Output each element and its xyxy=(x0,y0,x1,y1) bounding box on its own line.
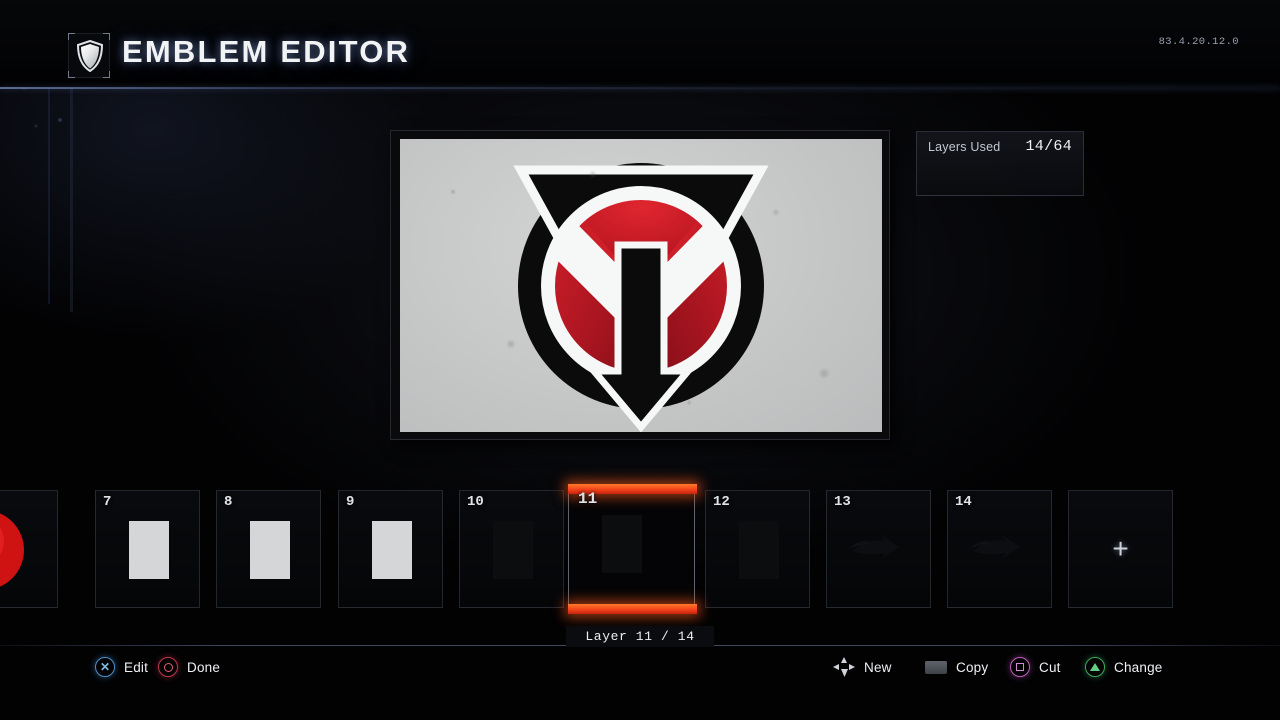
layers-used-label: Layers Used xyxy=(928,140,1001,154)
action-cut[interactable]: Cut xyxy=(1010,656,1061,678)
corner-bracket-icon xyxy=(103,33,110,40)
build-version-label: 83.4.20.12.0 xyxy=(1158,36,1239,48)
layer-tile-10[interactable]: 10 xyxy=(459,490,564,608)
layer-caption: Layer 11 / 14 xyxy=(566,626,714,647)
action-bar: ✕ Edit Done New Copy Cut Change xyxy=(0,646,1280,720)
layer-tile-8[interactable]: 8 xyxy=(216,490,321,608)
layer-caption-text: Layer 11 / 14 xyxy=(585,629,695,644)
action-label: Copy xyxy=(956,659,989,675)
action-change[interactable]: Change xyxy=(1085,656,1163,678)
layer-tile-13[interactable]: 13 xyxy=(826,490,931,608)
layer-tile-9[interactable]: 9 xyxy=(338,490,443,608)
header-divider xyxy=(0,87,1280,89)
selected-layer-accent-bar xyxy=(568,604,697,614)
action-label: Edit xyxy=(124,659,149,675)
layer-tile-partial[interactable] xyxy=(0,490,58,608)
layer-thumbnail-light-rect xyxy=(129,521,169,579)
emblem-preview-frame[interactable] xyxy=(390,130,890,440)
add-layer-button[interactable]: + xyxy=(1068,490,1173,608)
emblem-preview-canvas[interactable] xyxy=(400,139,882,432)
cross-button-icon: ✕ xyxy=(95,657,115,677)
layer-thumbnail-light-rect xyxy=(372,521,412,579)
emblem-artwork xyxy=(513,163,769,432)
layer-strip[interactable]: 7 8 9 10 11 12 13 14 + xyxy=(0,484,1280,614)
action-new[interactable]: New xyxy=(833,656,892,678)
layer-number-label: 8 xyxy=(224,494,233,510)
page-title: EMBLEM EDITOR xyxy=(122,34,411,69)
corner-bracket-icon xyxy=(103,71,110,78)
action-label: New xyxy=(864,659,892,675)
touchpad-icon xyxy=(925,660,947,674)
corner-bracket-icon xyxy=(68,71,75,78)
layer-number-label: 7 xyxy=(103,494,112,510)
layer-tile-7[interactable]: 7 xyxy=(95,490,200,608)
layer-tile-11[interactable]: 11 xyxy=(568,484,697,614)
circle-button-icon xyxy=(158,657,178,677)
layer-number-label: 12 xyxy=(713,494,730,510)
action-label: Change xyxy=(1114,659,1163,675)
action-label: Cut xyxy=(1039,659,1061,675)
layer-number-label: 14 xyxy=(955,494,972,510)
shield-icon xyxy=(76,40,104,72)
layer-number-label: 11 xyxy=(578,490,598,508)
action-label: Done xyxy=(187,659,221,675)
app-header: EMBLEM EDITOR 83.4.20.12.0 xyxy=(0,0,1280,88)
action-copy[interactable]: Copy xyxy=(925,656,988,678)
emblem-editor-shield-badge xyxy=(68,33,110,78)
layer-tile-14[interactable]: 14 xyxy=(947,490,1052,608)
layer-number-label: 9 xyxy=(346,494,355,510)
dpad-icon xyxy=(833,657,855,677)
action-edit[interactable]: ✕ Edit xyxy=(95,656,148,678)
layer-number-label: 13 xyxy=(834,494,851,510)
layer-tile-12[interactable]: 12 xyxy=(705,490,810,608)
square-button-icon xyxy=(1010,657,1030,677)
layers-used-value: 14/64 xyxy=(1025,138,1072,155)
plus-icon: + xyxy=(1112,533,1129,564)
triangle-button-icon xyxy=(1085,657,1105,677)
corner-bracket-icon xyxy=(68,33,75,40)
layer-thumbnail-red-sphere xyxy=(0,513,24,587)
action-done[interactable]: Done xyxy=(158,656,220,678)
layer-number-label: 10 xyxy=(467,494,484,510)
layers-used-panel: Layers Used 14/64 xyxy=(916,131,1084,196)
layer-thumbnail-light-rect xyxy=(250,521,290,579)
